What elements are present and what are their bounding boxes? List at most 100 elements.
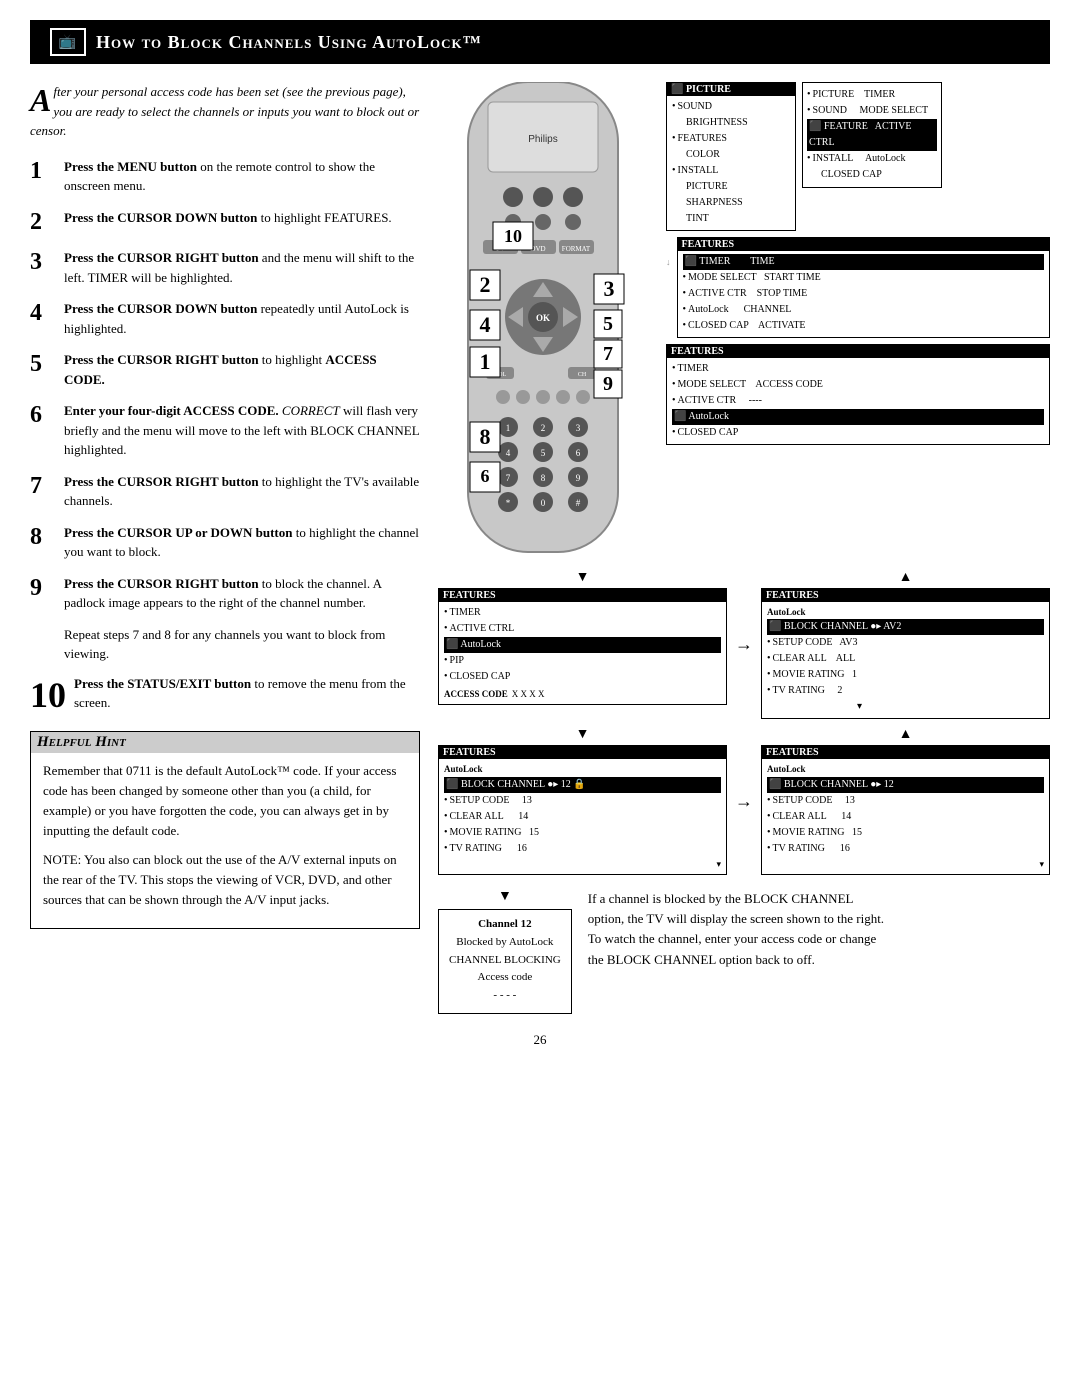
svg-text:4: 4 [480,312,491,337]
access-code-value-a: X X X X [512,687,545,701]
movie-right: • MOVIE RATING 15 [767,825,1044,841]
down-arrow-left: ▼ [438,727,727,743]
panel-row-3: ↓ FEATURES ⬛ TIMER TIME • MODE SELECT ST… [666,237,1050,338]
block-channel-selected: ⬛ BLOCK CHANNEL ●▸ AV2 [767,619,1044,635]
step-9: 9 Press the CURSOR RIGHT button to block… [30,574,420,613]
channel-blocked-display: Channel 12 Blocked by AutoLock CHANNEL B… [438,909,572,1013]
panel-ch12-right-body: AutoLock ⬛ BLOCK CHANNEL ●▸ 12 • SETUP C… [762,759,1049,874]
step-8: 8 Press the CURSOR UP or DOWN button to … [30,523,420,562]
setup-right: • SETUP CODE 13 [767,793,1044,809]
step-1-content: Press the MENU button on the remote cont… [64,157,420,196]
step-4-content: Press the CURSOR DOWN button repeatedly … [64,299,420,338]
bottom-panels: ▼ FEATURES AutoLock ⬛ BLOCK CHANNEL ●▸ 1… [438,727,1050,875]
more-indicator: ▾ [767,699,1044,715]
blocked-line1: Blocked by AutoLock [449,934,561,952]
panel-ch12-left-title: FEATURES [439,746,726,759]
step-8-content: Press the CURSOR UP or DOWN button to hi… [64,523,420,562]
svg-text:8: 8 [480,424,491,449]
bottom-description: If a channel is blocked by the BLOCK CHA… [588,889,888,970]
svg-text:3: 3 [604,276,615,301]
menu-panel-access-code: FEATURES • TIMER • ACTIVE CTRL ⬛ AutoLoc… [438,588,727,705]
svg-text:3: 3 [576,423,581,433]
svg-text:0: 0 [541,498,546,508]
panel-picture-body: • SOUND BRIGHTNESS • FEATURES COLOR • IN… [667,96,795,230]
timer2: • TIMER [672,361,1044,377]
svg-text:4: 4 [506,448,511,458]
svg-text:5: 5 [541,448,546,458]
step-7-content: Press the CURSOR RIGHT button to highlig… [64,472,420,511]
menu-panel-ch12-right: FEATURES AutoLock ⬛ BLOCK CHANNEL ●▸ 12 … [761,745,1050,875]
blocked-section: ▼ Channel 12 Blocked by AutoLock CHANNEL… [438,889,572,1013]
panel-features2-title: FEATURES [678,238,1050,251]
clear-all: • CLEAR ALL ALL [767,651,1044,667]
clear-left: • CLEAR ALL 14 [444,809,721,825]
blocked-line3: Access code [449,969,561,987]
panel-features1-body: • PICTURE TIMER • SOUND MODE SELECT ⬛ FE… [803,83,941,187]
step-4-num: 4 [30,299,54,328]
step-4: 4 Press the CURSOR DOWN button repeatedl… [30,299,420,338]
movie-left: • MOVIE RATING 15 [444,825,721,841]
tvrating-right: • TV RATING 16 [767,841,1044,857]
right-column: Philips TV DVD FORMAT [438,82,1050,1014]
menu-item-tint: SHARPNESS [672,195,790,211]
menu-item-inst: • INSTALL AutoLock [807,151,937,167]
step-6-content: Enter your four-digit ACCESS CODE. CORRE… [64,401,420,460]
step-9-content: Press the CURSOR RIGHT button to block t… [64,574,420,613]
intro-text: fter your personal access code has been … [30,84,419,138]
closed-cap1: • CLOSED CAP ACTIVATE [683,318,1045,334]
down-arrow-1: ▼ [576,570,590,586]
step-3: 3 Press the CURSOR RIGHT button and the … [30,248,420,287]
menu-item-picture2: • INSTALL [672,163,790,179]
svg-text:9: 9 [576,473,581,483]
closed-cap2: • CLOSED CAP [672,425,1044,441]
step-5-num: 5 [30,350,54,379]
arrow-3: ↓ [666,257,671,267]
svg-text:*: * [506,498,511,508]
hint-para-2: NOTE: You also can block out the use of … [43,850,407,910]
menu-item-closed: CLOSED CAP [807,167,937,183]
step-3-content: Press the CURSOR RIGHT button and the me… [64,248,420,287]
panel-block-title: FEATURES [762,589,1049,602]
step-8-num: 8 [30,523,54,552]
svg-text:6: 6 [576,448,581,458]
menu-panel-features2: FEATURES ⬛ TIMER TIME • MODE SELECT STAR… [677,237,1051,338]
autolock-subtitle: AutoLock [767,605,1044,619]
menu-panels-stack: ⬛ PICTURE • SOUND BRIGHTNESS • FEATURES … [666,82,1050,445]
svg-text:7: 7 [506,473,511,483]
menu-panel-features3: FEATURES • TIMER • MODE SELECT ACCESS CO… [666,344,1050,445]
panel-ch12-left-body: AutoLock ⬛ BLOCK CHANNEL ●▸ 12 🔒 • SETUP… [439,759,726,874]
page-number: 26 [30,1032,1050,1048]
helpful-hint-box: Helpful Hint Remember that 0711 is the d… [30,731,420,929]
more-right: ▾ [767,857,1044,871]
blocked-line4: - - - - [449,987,561,1005]
setup-left: • SETUP CODE 13 [444,793,721,809]
panel-col-block: ▲ FEATURES AutoLock ⬛ BLOCK CHANNEL ●▸ A… [761,570,1050,719]
step-10-num: 10 [30,674,64,717]
middle-panels: ▼ FEATURES • TIMER • ACTIVE CTRL ⬛ AutoL… [438,570,1050,719]
step-2-num: 2 [30,208,54,237]
svg-text:2: 2 [480,272,491,297]
intro-paragraph: After your personal access code has been… [30,82,420,141]
svg-text:1: 1 [480,349,491,374]
panel-block-body: AutoLock ⬛ BLOCK CHANNEL ●▸ AV2 • SETUP … [762,602,1049,718]
left-column: After your personal access code has been… [30,82,420,1014]
panel-col-ch12-left: ▼ FEATURES AutoLock ⬛ BLOCK CHANNEL ●▸ 1… [438,727,727,875]
panel-access-title: FEATURES [439,589,726,602]
menu-item-sound: BRIGHTNESS [672,115,790,131]
mode-select2: • MODE SELECT ACCESS CODE [672,377,1044,393]
svg-text:Philips: Philips [528,134,557,145]
menu-panel-picture: ⬛ PICTURE • SOUND BRIGHTNESS • FEATURES … [666,82,796,231]
repeat-note: Repeat steps 7 and 8 for any channels yo… [64,625,420,664]
svg-text:5: 5 [603,313,613,335]
pip-a: • PIP [444,653,721,669]
more-left: ▾ [444,857,721,871]
up-arrow-right: ▲ [761,727,1050,743]
svg-text:6: 6 [481,466,490,486]
menu-panel-features1: • PICTURE TIMER • SOUND MODE SELECT ⬛ FE… [802,82,942,188]
step-2: 2 Press the CURSOR DOWN button to highli… [30,208,420,237]
svg-text:OK: OK [536,313,550,323]
mode-select: • MODE SELECT START TIME [683,270,1045,286]
svg-text:9: 9 [603,373,613,395]
menu-item-tint2: TINT [672,211,790,227]
timer-selected: ⬛ TIMER TIME [683,254,1045,270]
